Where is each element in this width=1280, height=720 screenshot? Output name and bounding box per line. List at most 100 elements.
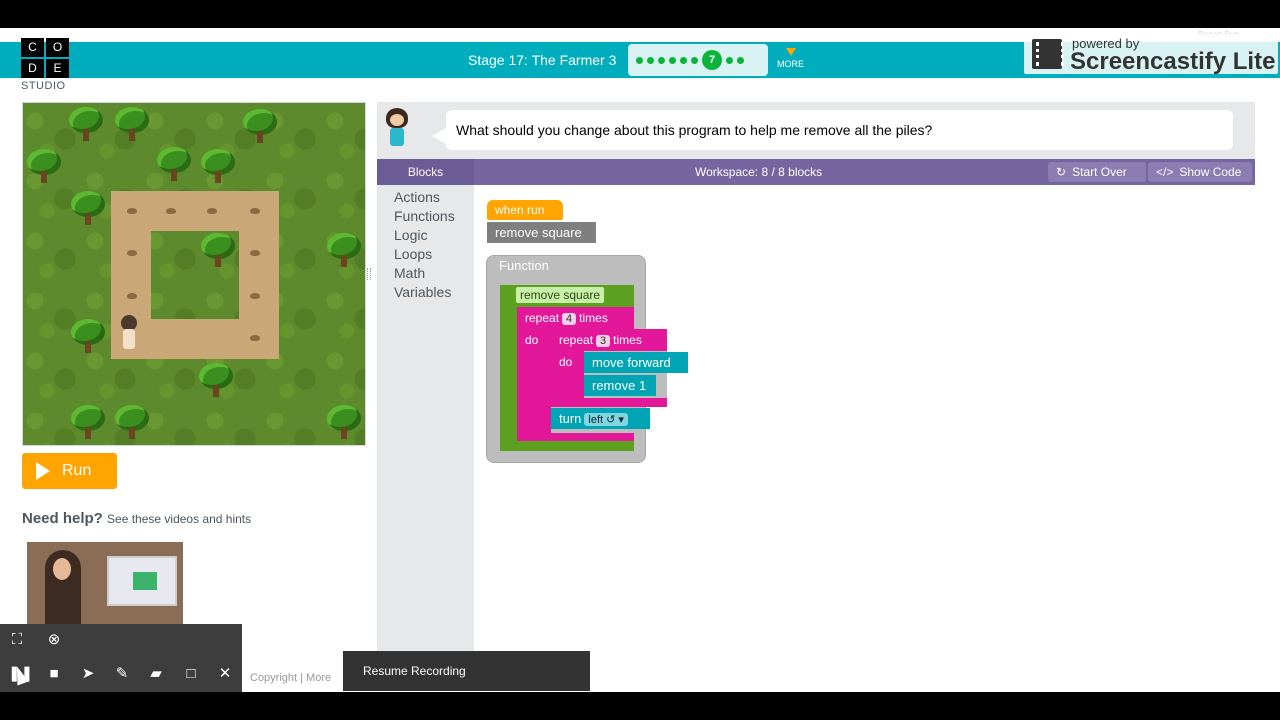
dirt-pile (250, 293, 260, 299)
repeat-inner-header: repeat 3 times (551, 330, 650, 350)
letterbox-top (0, 0, 1280, 28)
screencastify-toolbar: ⛶ ⊗ ❚❚ ■ ➤ ✎ ▰ □ ✕ (0, 624, 242, 692)
level-dot[interactable] (726, 56, 733, 64)
tree (69, 107, 103, 141)
more-triangle-icon (785, 48, 796, 56)
panel-resize-handle[interactable] (367, 268, 371, 280)
run-label: Run (62, 462, 92, 479)
do-label: do (525, 333, 539, 347)
show-code-label: Show Code (1179, 165, 1242, 179)
repeat-word: repeat (559, 333, 594, 347)
dirt-pile (127, 293, 137, 299)
turn-word: turn (559, 411, 582, 426)
dirt-pile (127, 250, 137, 256)
tree (201, 149, 235, 183)
hide-icon[interactable]: ⊗ (44, 630, 64, 650)
call-remove-square-block[interactable]: remove square (487, 222, 596, 243)
logo-letter: O (46, 38, 69, 57)
function-label: Function (499, 258, 549, 273)
help-video-thumbnail[interactable] (27, 542, 183, 626)
play-icon (36, 462, 50, 480)
start-over-label: Start Over (1072, 165, 1127, 179)
dirt-pile (127, 208, 137, 214)
dirt-pile (250, 208, 260, 214)
move-forward-block[interactable]: move forward (584, 352, 688, 373)
level-dot[interactable] (658, 56, 665, 64)
level-dot[interactable] (737, 56, 744, 64)
film-icon (1032, 39, 1064, 69)
tree (243, 109, 277, 143)
dirt-pile (166, 208, 176, 214)
tree (327, 233, 361, 267)
category-variables[interactable]: Variables (394, 284, 451, 300)
code-studio-logo[interactable]: C O D E STUDIO (21, 38, 69, 92)
more-button[interactable]: MORE (777, 48, 804, 69)
level-dot[interactable] (680, 56, 687, 64)
tree (71, 405, 105, 439)
level-dot[interactable] (636, 56, 643, 64)
tree (199, 363, 233, 397)
workspace-toolbar: Blocks Workspace: 8 / 8 blocks ↻ Start O… (377, 159, 1255, 185)
blocks-header: Blocks (377, 159, 474, 185)
close-icon[interactable]: ✕ (215, 664, 235, 684)
show-code-button[interactable]: </> Show Code (1148, 162, 1252, 182)
repeat-inner-count[interactable]: 3 (596, 335, 611, 347)
category-loops[interactable]: Loops (394, 246, 432, 262)
letterbox-bottom (0, 692, 1280, 720)
screencastify-watermark: powered by Screencastify Lite (1024, 34, 1278, 75)
stop-icon[interactable]: ■ (44, 664, 64, 684)
level-dot[interactable] (691, 56, 698, 64)
tree (115, 107, 149, 141)
eraser-icon[interactable]: ▰ (146, 664, 166, 684)
tree (71, 191, 105, 225)
watermark-brand: Screencastify Lite (1070, 48, 1276, 75)
tree (115, 405, 149, 439)
pen-icon[interactable]: ✎ (112, 664, 132, 684)
help-subtitle: See these videos and hints (107, 512, 252, 526)
level-dot[interactable] (669, 56, 676, 64)
when-run-block[interactable]: when run (487, 200, 563, 220)
tree (157, 147, 191, 181)
turn-block[interactable]: turn left ↺ ▾ (551, 408, 650, 429)
farmer-character (117, 315, 141, 351)
times-word: times (613, 333, 642, 347)
logo-letter: C (21, 38, 44, 57)
tree (71, 319, 105, 353)
repeat-outer-header: repeat 4 times (517, 308, 616, 328)
pointer-icon[interactable]: ➤ (78, 664, 98, 684)
dirt-pile (250, 335, 260, 341)
code-studio-page: C O D E STUDIO Stage 17: The Farmer 3 7 … (0, 28, 1280, 692)
resume-recording-toast[interactable]: Resume Recording (343, 651, 590, 691)
tree (201, 233, 235, 267)
remove-1-block[interactable]: remove 1 (584, 375, 656, 396)
help-title: Need help? (22, 510, 103, 527)
video-presenter-face (53, 558, 71, 580)
times-word: times (579, 311, 608, 325)
repeat-word: repeat (525, 311, 560, 325)
logo-letter: D (21, 59, 44, 78)
category-functions[interactable]: Functions (394, 208, 455, 224)
dirt-pile (207, 208, 217, 214)
workspace-count: Workspace: 8 / 8 blocks (695, 165, 823, 179)
start-over-button[interactable]: ↻ Start Over (1048, 162, 1146, 182)
focus-icon[interactable]: ⛶ (7, 630, 27, 650)
run-button[interactable]: Run (22, 453, 117, 489)
footer-links[interactable]: Copyright | More (250, 672, 331, 684)
more-label: MORE (777, 59, 804, 69)
instructions-bubble: What should you change about this progra… (432, 110, 1233, 150)
rectangle-icon[interactable]: □ (181, 664, 201, 684)
category-logic[interactable]: Logic (394, 227, 427, 243)
repeat-outer-count[interactable]: 4 (562, 313, 577, 325)
category-math[interactable]: Math (394, 265, 425, 281)
category-actions[interactable]: Actions (394, 189, 440, 205)
current-level-badge[interactable]: 7 (702, 50, 722, 70)
level-dot[interactable] (647, 56, 654, 64)
dirt-pile (250, 250, 260, 256)
tree (27, 149, 61, 183)
turn-direction-dropdown[interactable]: left ↺ ▾ (584, 413, 628, 426)
stage-title[interactable]: Stage 17: The Farmer 3 (468, 52, 616, 68)
function-name-field[interactable]: remove square (516, 287, 605, 303)
logo-letter: E (46, 59, 69, 78)
game-visualization (22, 102, 366, 446)
video-screen (107, 556, 177, 606)
